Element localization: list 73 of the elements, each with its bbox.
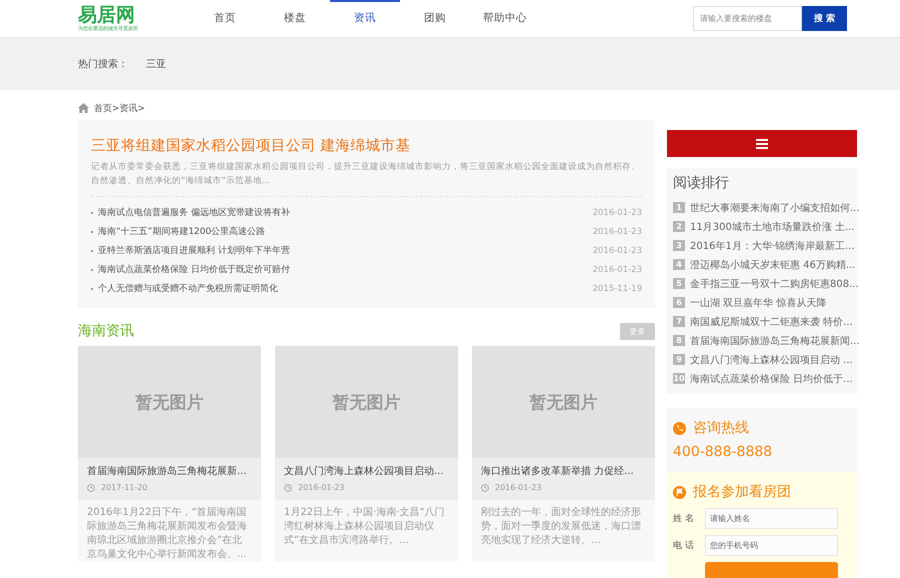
nav-tab[interactable]: 楼盘 — [260, 0, 330, 37]
panel-title: 阅读排行 — [673, 174, 730, 193]
rank-number: 10 — [673, 373, 685, 384]
news-link[interactable]: 海南试点蔬菜价格保险 日均价低于既定价可赔付 — [98, 263, 290, 276]
clock-icon — [87, 484, 95, 492]
ranking-link[interactable]: 南国威尼斯城双十二钜惠来袭 特价... — [690, 314, 853, 328]
ranking-link[interactable]: 海南试点蔬菜价格保险 日均价低于... — [690, 372, 853, 386]
menu-bar[interactable] — [667, 130, 857, 157]
rank-number: 3 — [673, 240, 685, 251]
news-date: 2016-01-23 — [592, 246, 642, 256]
nav-tab[interactable]: 首页 — [190, 0, 260, 37]
rank-number: 1 — [673, 202, 685, 213]
rank-number: 4 — [673, 259, 685, 270]
news-date: 2015-11-19 — [592, 284, 642, 294]
hot-search-link[interactable]: 三亚 — [146, 57, 166, 71]
flag-icon — [673, 486, 686, 498]
field-label: 电 话 — [673, 540, 695, 552]
section-title: 海南资讯 — [78, 322, 134, 340]
card-excerpt: 1月22日上午，中国·海南·文昌“八门湾红树林海上森林公园项目启动仪式”在文昌市滨湾路举行。... — [283, 506, 446, 548]
rank-number: 2 — [673, 221, 685, 232]
card-date: 2016-01-23 — [495, 483, 542, 492]
field-label: 姓 名 — [673, 512, 695, 525]
ranking-link[interactable]: 世纪大事潮要来海南了小编支招如何... — [690, 200, 860, 214]
panel-title: 报名参加看房团 — [693, 483, 791, 502]
ranking-link[interactable]: 首届海南国际旅游岛三角梅花展新闻... — [690, 334, 860, 348]
headline-summary: 记者从市委常委会获悉，三亚将组建国家水稻公园项目公司，提升三亚建设海绵城市影响力，将三亚国家水稻公园全面建设成为自然积存、自然渗透、自然净化的“海绵城市”示范基地... — [91, 160, 642, 197]
card-title[interactable]: 首届海南国际旅游岛三角梅花展新... — [87, 464, 252, 480]
nav-tab[interactable]: 帮助中心 — [470, 0, 540, 37]
placeholder-text: 暂无图片 — [530, 392, 598, 414]
placeholder-text: 暂无图片 — [332, 392, 400, 414]
card-title[interactable]: 海口推出诸多改革新举措 力促经... — [481, 464, 646, 480]
card-title[interactable]: 文昌八门湾海上森林公园项目启动... — [284, 464, 449, 480]
phone-icon — [673, 422, 686, 434]
card-excerpt: 刚过去的一年，面对全球性的经济形势，面对一季度的发展低迷，海口漂亮地实现了经济大逆转。... — [480, 506, 642, 548]
rank-number: 9 — [673, 354, 685, 365]
ranking-link[interactable]: 一山湖 双旦嘉年华 惊喜从天降 — [690, 296, 826, 310]
card-date: 2017-11-20 — [101, 483, 148, 492]
submit-button[interactable] — [705, 562, 838, 578]
news-link[interactable]: 海南试点电信普遍服务 偏远地区宽带建设将有补 — [98, 206, 290, 219]
ranking-link[interactable]: 澄迈椰岛小城天岁末钜惠 46万购精... — [690, 258, 856, 272]
card-excerpt: 2016年1月22日下午，“首届海南国际旅游岛三角梅花展新闻发布会暨海南琼北区域旅游圈北京推介会”在北京鸟巢文化中心举行新闻发布会。... — [86, 506, 248, 562]
news-link[interactable]: 海南“十三五”期间将建1200公里高速公路 — [98, 225, 266, 238]
news-date: 2016-01-23 — [592, 264, 642, 274]
panel-title: 咨询热线 — [693, 419, 749, 438]
home-icon — [78, 103, 89, 113]
input-field[interactable]: 您的手机号码 — [705, 535, 838, 556]
rank-number: 5 — [673, 278, 685, 289]
news-card[interactable]: 暂无图片 文昌八门湾海上森林公园项目启动... 2016-01-23 1月22日上午，中国·海南·文昌“八门湾红树林海上森林公园项目启动仪式”在文昌市滨湾路举行。... — [275, 346, 458, 562]
input-field[interactable]: 请输入姓名 — [705, 508, 838, 529]
news-date: 2016-01-23 — [592, 208, 642, 218]
news-card[interactable]: 暂无图片 海口推出诸多改革新举措 力促经... 2016-01-23 刚过去的一年，面对全球性的经济形势，面对一季度的发展低迷，海口漂亮地实现了经济大逆转。... — [472, 346, 655, 562]
rank-number: 7 — [673, 316, 685, 327]
news-link[interactable]: 亚特兰蒂斯酒店项目进展顺利 计划明年下半年营 — [98, 244, 290, 257]
hot-search-label: 热门搜索： — [78, 58, 128, 71]
search-button[interactable]: 搜 索 — [802, 6, 847, 31]
nav-tab[interactable]: 团购 — [400, 0, 470, 37]
news-date: 2016-01-23 — [592, 226, 642, 236]
rank-number: 8 — [673, 335, 685, 346]
placeholder-text: 暂无图片 — [136, 392, 204, 414]
search-field[interactable]: 请输入要搜索的楼盘 — [693, 6, 802, 31]
ranking-link[interactable]: 11月300城市土地市场量跌价涨 土... — [690, 220, 855, 234]
news-card[interactable]: 暂无图片 首届海南国际旅游岛三角梅花展新... 2017-11-20 2016年1月22日下午，“首届海南国际旅游岛三角梅花展新闻发布会暨海南琼北区域旅游圈北京推介会”在北京鸟巢文化中心举行新闻发布会。... — [78, 346, 261, 562]
clock-icon — [284, 484, 292, 492]
ranking-link[interactable]: 2016年1月：大华·锦绣海岸最新工... — [690, 238, 855, 252]
breadcrumb[interactable]: 首页>资讯> — [94, 102, 146, 114]
rank-number: 6 — [673, 297, 685, 308]
ranking-link[interactable]: 文昌八门湾海上森林公园项目启动 ... — [690, 352, 853, 366]
ranking-link[interactable]: 金手指三亚一号双十二购房钜惠808... — [690, 276, 859, 290]
menu-icon — [756, 138, 768, 148]
card-date: 2016-01-23 — [298, 483, 344, 492]
clock-icon — [481, 484, 489, 492]
news-link[interactable]: 个人无偿赠与或受赠不动产免税所需证明简化 — [98, 282, 278, 295]
hotline-number: 400-888-8888 — [673, 443, 774, 462]
